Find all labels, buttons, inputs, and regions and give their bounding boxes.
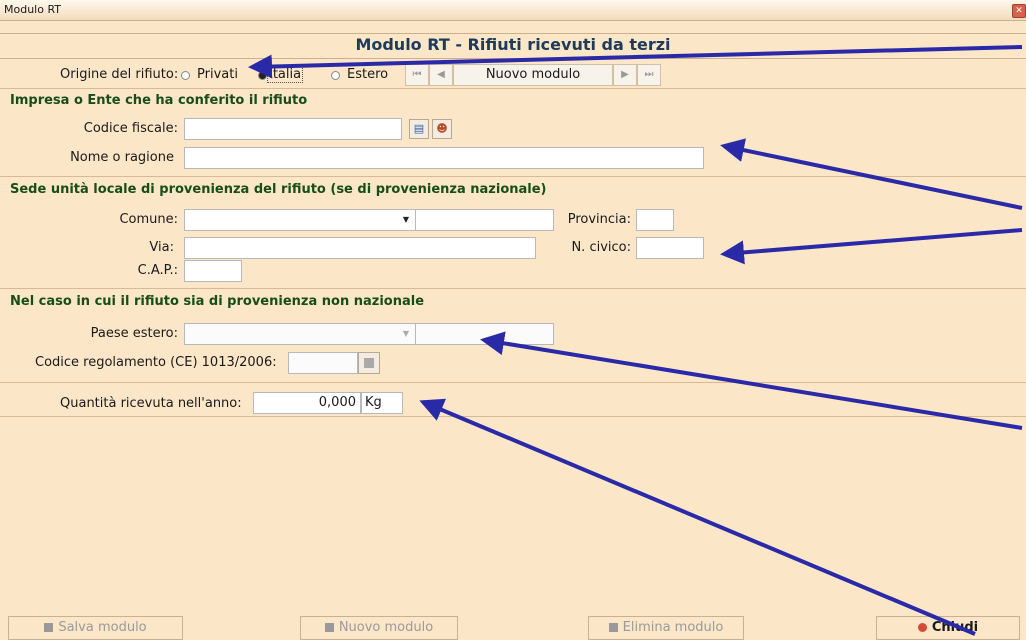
arrow-to-civico — [720, 228, 1023, 265]
arrow-to-quantity — [419, 398, 976, 636]
arrow-to-name — [720, 138, 1023, 210]
annotation-arrows — [248, 45, 1023, 636]
arrow-to-paese — [480, 331, 1023, 430]
arrow-to-origin — [248, 45, 1023, 79]
